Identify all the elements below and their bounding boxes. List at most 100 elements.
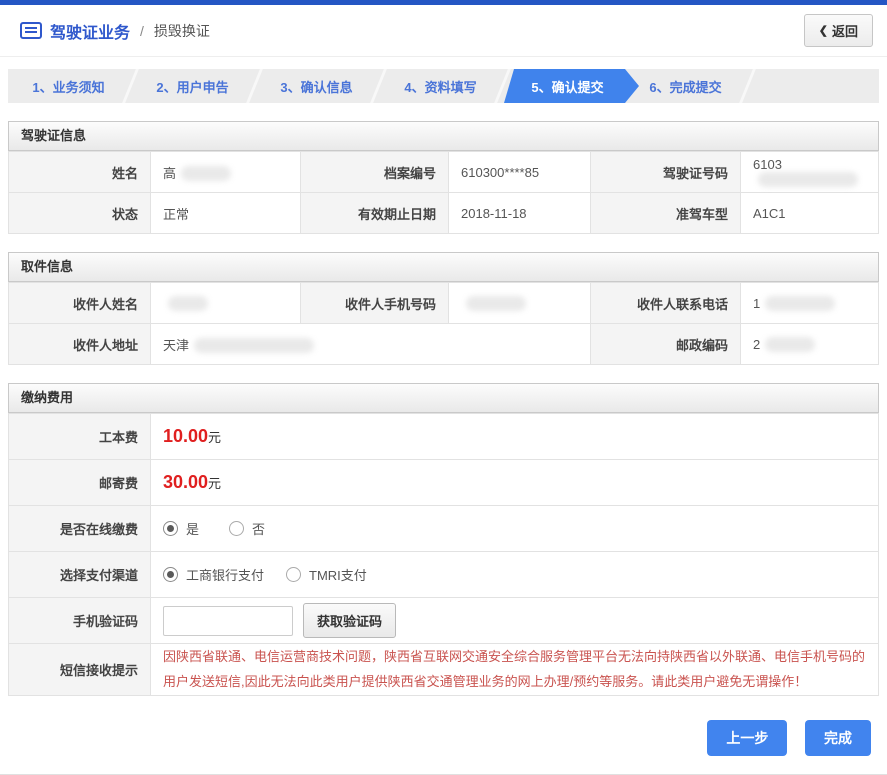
field-label-name: 姓名 (8, 151, 151, 193)
redacted-blur (466, 295, 526, 311)
field-value-license-number: 6103 (740, 151, 879, 193)
license-info-title: 驾驶证信息 (8, 121, 879, 151)
value-text: 天津 (163, 337, 190, 353)
license-info-table: 姓名 高 档案编号 610300****85 驾驶证号码 6103 状态 正常 … (8, 151, 879, 234)
value-text: 1 (753, 295, 761, 311)
value-text: 正常 (163, 206, 190, 222)
page-header: 驾驶证业务 / 损毁换证 ❮ 返回 (0, 5, 887, 57)
table-row: 邮寄费 30.00元 (8, 459, 879, 506)
post-fee-unit: 元 (208, 476, 222, 491)
table-row: 是否在线缴费 是 否 (8, 505, 879, 552)
radio-option-no[interactable]: 否 (229, 519, 265, 538)
field-label-pay-channel: 选择支付渠道 (8, 551, 151, 598)
step-bar-filler (749, 69, 879, 103)
payment-section: 缴纳费用 工本费 10.00元 邮寄费 30.00元 是否在线缴费 是 否 选择… (8, 383, 879, 696)
field-label-file-number: 档案编号 (300, 151, 449, 193)
radio-unchecked-icon (229, 521, 245, 536)
breadcrumb: 驾驶证业务 / 损毁换证 (20, 19, 210, 43)
field-value-status: 正常 (150, 192, 301, 234)
pickup-info-table: 收件人姓名 收件人手机号码 收件人联系电话 1 收件人地址 天津 邮政编码 2 (8, 282, 879, 365)
field-label-recipient-name: 收件人姓名 (8, 282, 151, 324)
value-text: 2018-11-18 (461, 205, 527, 221)
page-title: 驾驶证业务 (50, 24, 131, 42)
step-label: 5、确认提交 (531, 79, 604, 95)
field-value-recipient-address: 天津 (150, 323, 591, 365)
field-value-post-fee: 30.00元 (150, 459, 879, 506)
step-6-finish-submit[interactable]: 6、完成提交 (625, 69, 746, 103)
field-label-status: 状态 (8, 192, 151, 234)
field-label-sms-code: 手机验证码 (8, 597, 151, 644)
radio-label: TMRI支付 (309, 568, 367, 583)
step-label: 2、用户申告 (156, 79, 229, 95)
field-value-name: 高 (150, 151, 301, 193)
table-row: 姓名 高 档案编号 610300****85 驾驶证号码 6103 (8, 151, 879, 193)
finish-button[interactable]: 完成 (805, 719, 871, 756)
radio-option-icbc[interactable]: 工商银行支付 (163, 565, 264, 584)
radio-checked-icon (163, 567, 178, 582)
field-value-pay-channel: 工商银行支付 TMRI支付 (150, 551, 879, 598)
field-label-post-fee: 邮寄费 (8, 459, 151, 506)
step-2-declaration[interactable]: 2、用户申告 (132, 69, 253, 103)
online-pay-radio-group: 是 否 (163, 519, 866, 538)
payment-title: 缴纳费用 (8, 383, 879, 413)
step-3-confirm-info[interactable]: 3、确认信息 (256, 69, 377, 103)
field-value-vehicle-class: A1C1 (740, 192, 879, 234)
field-label-vehicle-class: 准驾车型 (590, 192, 741, 234)
field-label-work-fee: 工本费 (8, 413, 151, 460)
post-fee-amount: 30.00 (163, 472, 209, 492)
step-label: 6、完成提交 (649, 79, 722, 95)
value-text: 2 (753, 336, 761, 352)
field-value-recipient-mobile (448, 282, 591, 324)
get-sms-code-button[interactable]: 获取验证码 (303, 603, 397, 638)
redacted-blur (765, 295, 836, 311)
field-value-online-pay: 是 否 (150, 505, 879, 552)
value-text: 610300****85 (461, 164, 540, 180)
pay-channel-radio-group: 工商银行支付 TMRI支付 (163, 565, 866, 584)
redacted-blur (765, 336, 816, 352)
table-row: 短信接收提示 因陕西省联通、电信运营商技术问题，陕西省互联网交通安全综合服务管理… (8, 643, 879, 696)
field-label-online-pay: 是否在线缴费 (8, 505, 151, 552)
value-text: A1C1 (753, 205, 786, 221)
sms-code-input[interactable] (163, 605, 293, 636)
pickup-info-section: 取件信息 收件人姓名 收件人手机号码 收件人联系电话 1 收件人地址 天津 邮政… (8, 252, 879, 365)
table-row: 手机验证码 获取验证码 (8, 597, 879, 644)
radio-option-yes[interactable]: 是 (163, 519, 199, 538)
field-label-recipient-address: 收件人地址 (8, 323, 151, 365)
step-label: 1、业务须知 (32, 79, 105, 95)
step-4-fill-data[interactable]: 4、资料填写 (380, 69, 501, 103)
previous-step-button[interactable]: 上一步 (707, 719, 788, 756)
radio-option-tmri[interactable]: TMRI支付 (286, 565, 367, 584)
step-1-notice[interactable]: 1、业务须知 (8, 69, 129, 103)
field-value-expiry-date: 2018-11-18 (448, 192, 591, 234)
table-row: 收件人姓名 收件人手机号码 收件人联系电话 1 (8, 282, 879, 324)
table-row: 状态 正常 有效期止日期 2018-11-18 准驾车型 A1C1 (8, 192, 879, 234)
step-label: 3、确认信息 (280, 79, 353, 95)
footer-actions: 上一步 完成 (8, 719, 871, 756)
back-button[interactable]: ❮ 返回 (803, 14, 873, 47)
table-row: 收件人地址 天津 邮政编码 2 (8, 323, 879, 365)
breadcrumb-divider: / (140, 22, 144, 39)
table-row: 选择支付渠道 工商银行支付 TMRI支付 (8, 551, 879, 598)
field-label-sms-notice: 短信接收提示 (8, 643, 151, 696)
radio-label: 是 (186, 522, 200, 537)
redacted-blur (181, 165, 232, 181)
table-row: 工本费 10.00元 (8, 413, 879, 460)
step-label: 4、资料填写 (404, 79, 477, 95)
field-value-sms-notice: 因陕西省联通、电信运营商技术问题，陕西省互联网交通安全综合服务管理平台无法向持陕… (150, 643, 879, 696)
redacted-blur (168, 295, 208, 311)
radio-unchecked-icon (286, 567, 302, 582)
redacted-blur (194, 337, 315, 353)
pickup-info-title: 取件信息 (8, 252, 879, 282)
back-button-label: 返回 (831, 24, 858, 39)
field-value-postcode: 2 (740, 323, 879, 365)
field-value-file-number: 610300****85 (448, 151, 591, 193)
value-text: 高 (163, 165, 177, 181)
field-label-recipient-phone: 收件人联系电话 (590, 282, 741, 324)
radio-label: 否 (252, 522, 266, 537)
license-info-section: 驾驶证信息 姓名 高 档案编号 610300****85 驾驶证号码 6103 … (8, 121, 879, 234)
redacted-blur (758, 172, 858, 187)
field-value-sms-code: 获取验证码 (150, 597, 879, 644)
step-5-confirm-submit-active[interactable]: 5、确认提交 (504, 69, 639, 103)
work-fee-unit: 元 (208, 430, 222, 445)
field-label-postcode: 邮政编码 (590, 323, 741, 365)
